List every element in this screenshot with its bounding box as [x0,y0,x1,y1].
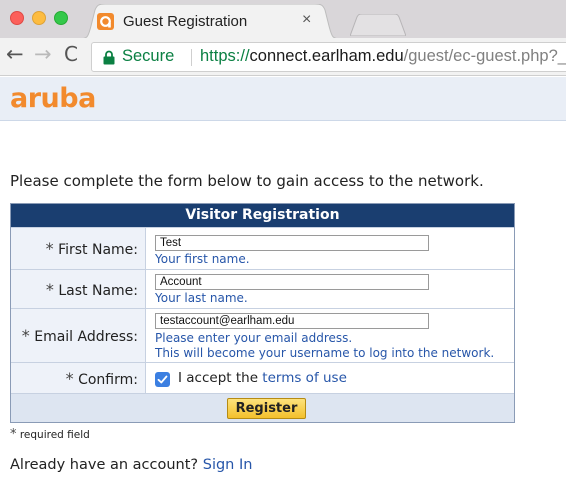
tab-title: Guest Registration [123,13,248,30]
url-path: /guest/ec-guest.php?_ [403,47,566,65]
first-name-field-cell: Test Your first name. [147,228,514,269]
intro-text: Please complete the form below to gain a… [10,172,484,190]
signin-prefix: Already have an account? [10,457,203,473]
portal-header: aruba [0,77,566,121]
accept-terms-checkbox[interactable] [155,372,170,387]
accept-prefix: I accept the [178,370,263,386]
email-input[interactable]: testaccount@earlham.edu [155,313,429,329]
reload-icon[interactable]: C [64,42,78,66]
first-name-row: * First Name: Test Your first name. [11,227,514,269]
close-tab-icon[interactable]: × [302,11,311,29]
form-actions: Register [11,393,514,422]
terms-of-use-link[interactable]: terms of use [262,370,347,386]
required-star: * [21,326,30,345]
browser-toolbar: ← → C Secure https://connect.earlham.edu… [0,38,566,76]
minimize-window-button[interactable] [32,11,46,25]
aruba-logo: aruba [10,83,96,114]
lock-icon [103,50,115,65]
close-window-button[interactable] [10,11,24,25]
url-host: connect.earlham.edu [249,47,404,65]
required-star: * [65,369,74,388]
form-title: Visitor Registration [11,204,514,227]
confirm-label-cell: * Confirm: [11,363,146,393]
first-name-label-cell: * First Name: [11,228,146,269]
sign-in-link[interactable]: Sign In [203,457,253,473]
required-field-text: required field [19,429,90,441]
first-name-input[interactable]: Test [155,235,429,251]
last-name-row: * Last Name: Account Your last name. [11,269,514,308]
first-name-label: First Name: [58,242,138,258]
visitor-registration-form: Visitor Registration * First Name: Test … [10,203,515,423]
required-field-note: * required field [10,427,90,442]
secure-label: Secure [122,47,175,65]
aruba-favicon-icon [97,13,114,30]
confirm-row: * Confirm: I accept the terms of use [11,362,514,393]
maximize-window-button[interactable] [54,11,68,25]
svg-text:aruba: aruba [10,83,96,114]
address-divider [191,49,192,66]
checkmark-icon [157,375,168,384]
last-name-label: Last Name: [58,283,138,299]
register-button[interactable]: Register [227,398,306,419]
email-row: * Email Address: testaccount@earlham.edu… [11,308,514,362]
last-name-label-cell: * Last Name: [11,270,146,308]
last-name-input[interactable]: Account [155,274,429,290]
first-name-hint: Your first name. [155,252,250,266]
email-hint: Please enter your email address. [155,331,353,345]
email-field-cell: testaccount@earlham.edu Please enter you… [147,309,514,362]
last-name-field-cell: Account Your last name. [147,270,514,308]
address-bar[interactable]: Secure https://connect.earlham.edu/guest… [91,42,566,72]
required-star: * [45,239,54,258]
email-username-hint: This will become your username to log in… [155,346,495,360]
url-scheme: https:// [200,47,250,65]
required-star: * [10,427,17,442]
browser-tab-bar: Guest Registration × [0,0,566,39]
required-star: * [45,280,54,299]
signin-prompt: Already have an account? Sign In [10,457,252,473]
email-label-cell: * Email Address: [11,309,146,362]
tab-guest-registration[interactable]: Guest Registration × [78,4,342,39]
url-text[interactable]: https://connect.earlham.edu/guest/ec-gue… [200,47,566,66]
confirm-field-cell: I accept the terms of use [147,363,514,393]
forward-arrow-icon[interactable]: → [34,42,52,66]
new-tab-button[interactable] [350,14,406,36]
accept-terms-text: I accept the terms of use [178,370,347,386]
last-name-hint: Your last name. [155,291,248,305]
confirm-label: Confirm: [78,372,138,388]
back-arrow-icon[interactable]: ← [6,42,24,66]
email-label: Email Address: [34,329,138,345]
